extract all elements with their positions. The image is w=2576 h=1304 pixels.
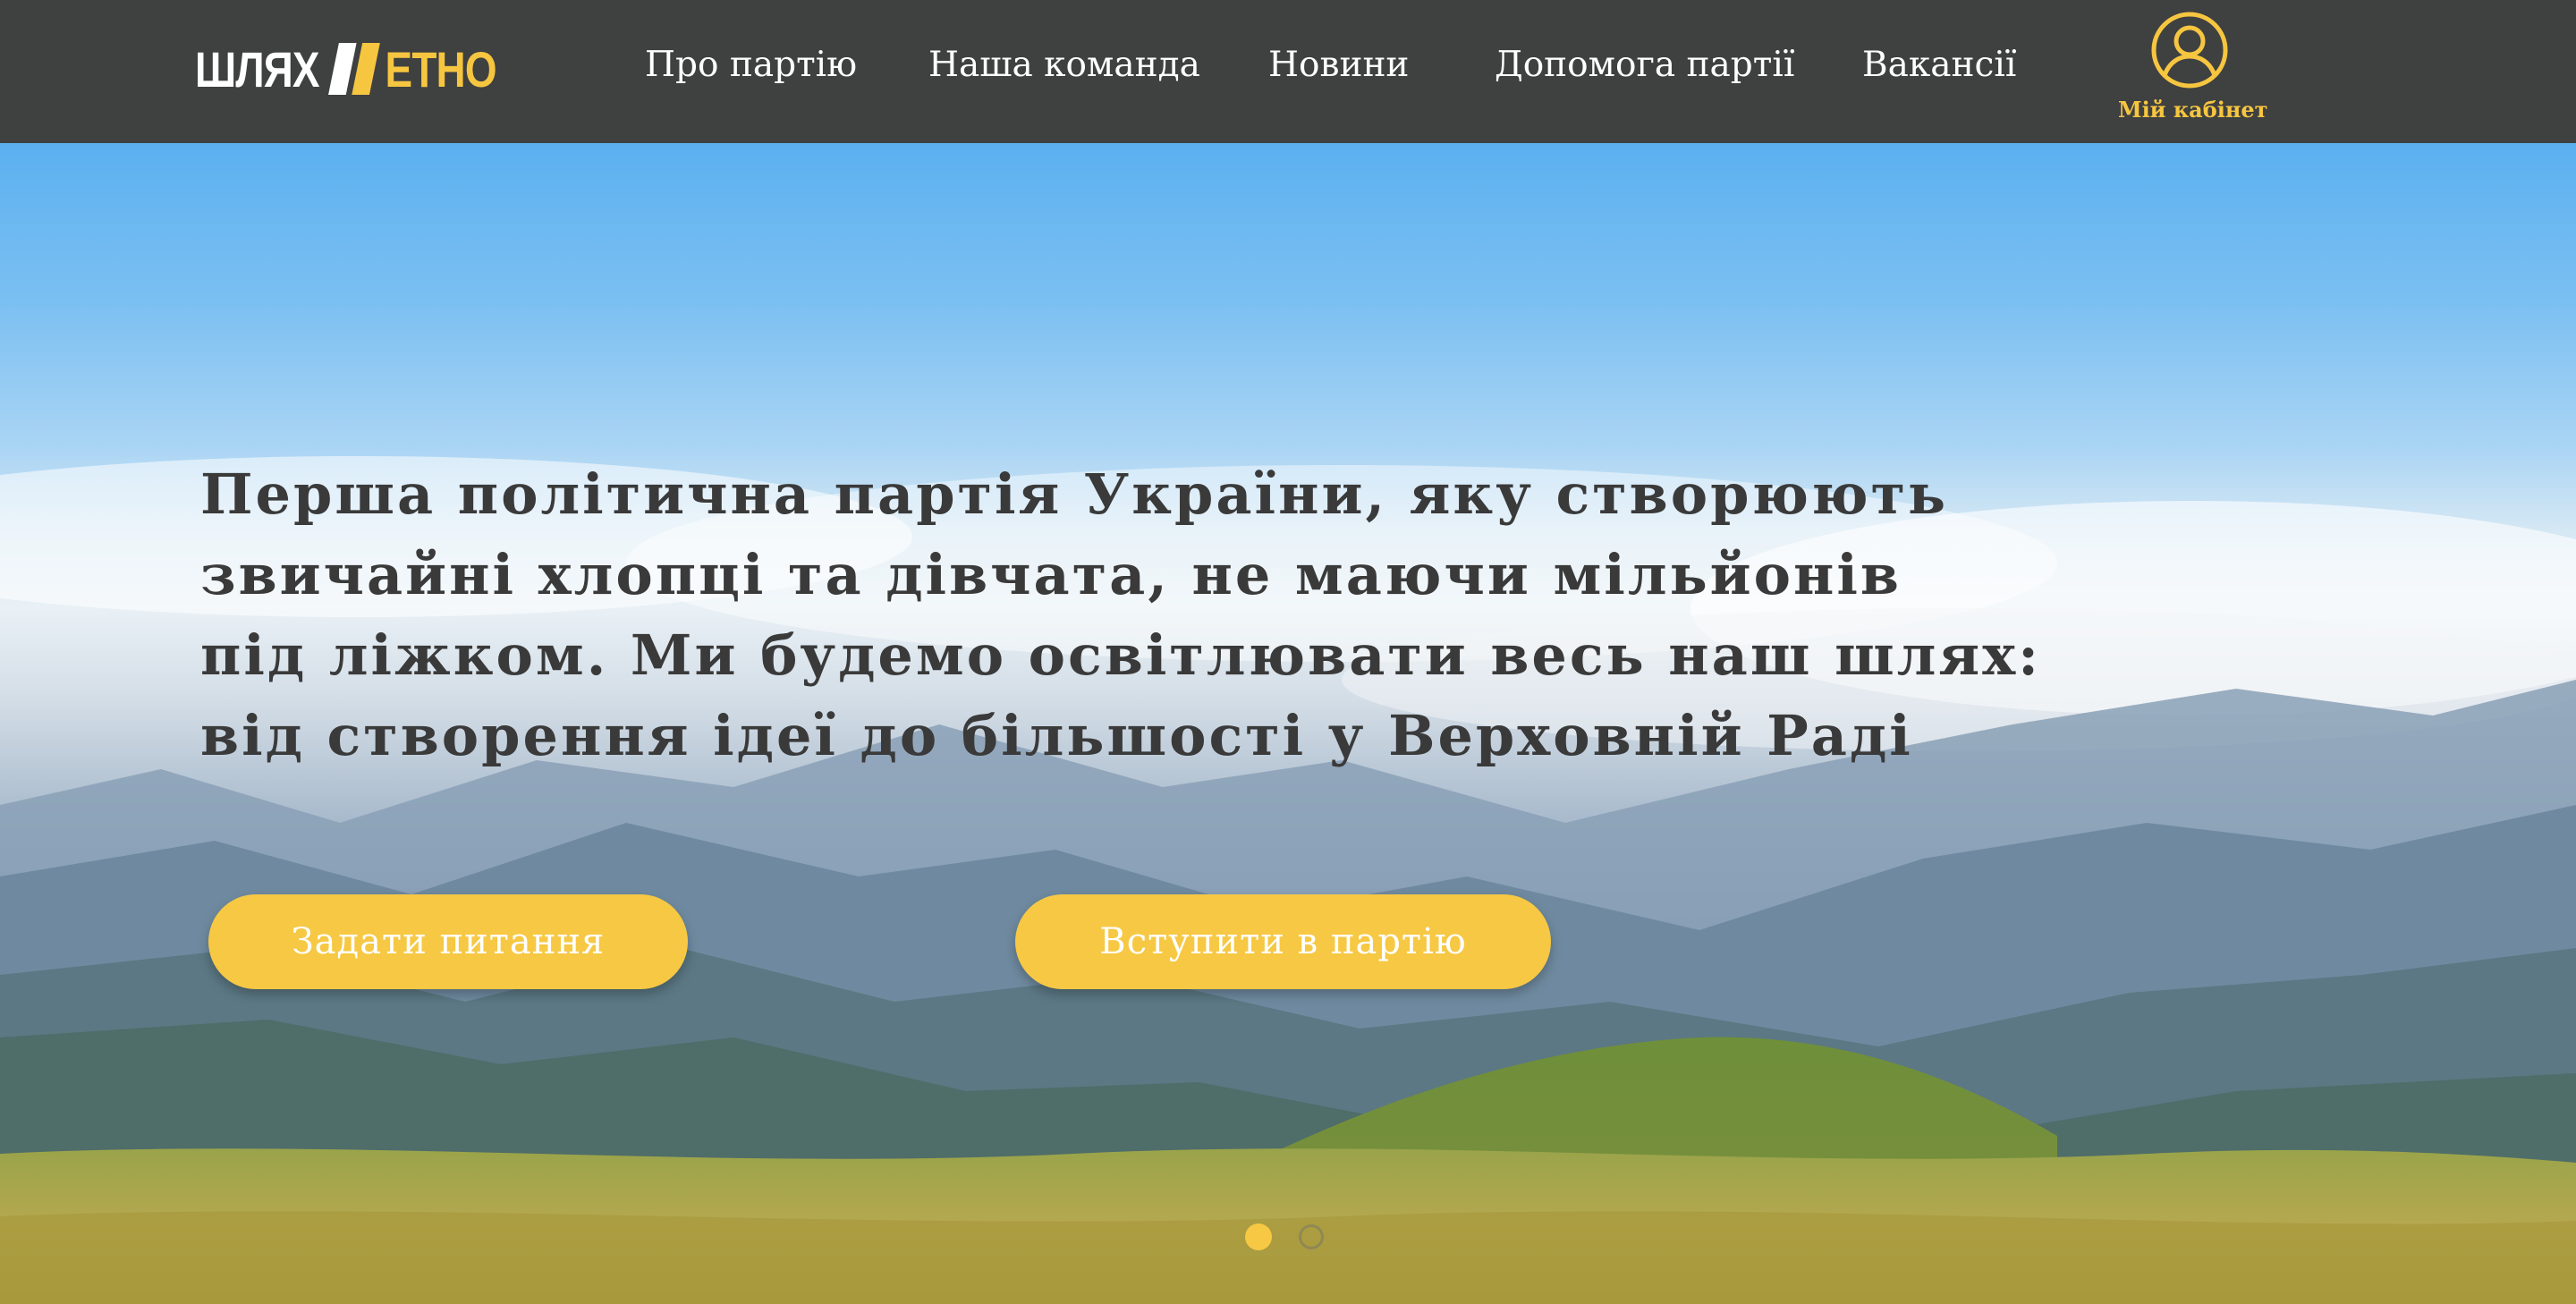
logo-text-primary: ШЛЯХ bbox=[195, 40, 320, 97]
nav-item-support[interactable]: Допомога партії bbox=[1495, 45, 1794, 85]
hero-banner: Перша політична партія України, яку ство… bbox=[0, 143, 2576, 1304]
headline-line: під ліжком. Ми будемо освітлювати весь н… bbox=[200, 622, 2042, 688]
nav-item-team[interactable]: Наша команда bbox=[928, 45, 1200, 85]
logo-slash-icon bbox=[324, 43, 381, 95]
nav-item-about[interactable]: Про партію bbox=[645, 45, 857, 85]
join-party-button[interactable]: Вступити в партію bbox=[1015, 894, 1551, 989]
headline-line: Перша політична партія України, яку ство… bbox=[200, 461, 1949, 527]
user-circle-icon bbox=[2151, 12, 2228, 89]
top-navigation-bar: ШЛЯХ ЕТНО Про партію Наша команда Новини… bbox=[0, 0, 2576, 143]
hero-headline: Перша політична партія України, яку ство… bbox=[200, 454, 2042, 776]
headline-line: від створення ідеї до більшості у Верхов… bbox=[200, 703, 1913, 768]
slider-dot[interactable] bbox=[1299, 1224, 1324, 1249]
my-cabinet-button[interactable]: Мій кабінет bbox=[2118, 11, 2268, 129]
slider-pagination bbox=[1245, 1224, 1324, 1250]
nav-item-news[interactable]: Новини bbox=[1268, 45, 1409, 85]
site-logo[interactable]: ШЛЯХ ЕТНО bbox=[195, 38, 497, 100]
nav-item-vacancies[interactable]: Вакансії bbox=[1862, 45, 2016, 85]
my-cabinet-label: Мій кабінет bbox=[2118, 97, 2268, 123]
logo-text-accent: ЕТНО bbox=[385, 40, 497, 97]
headline-line: звичайні хлопці та дівчата, не маючи міл… bbox=[200, 542, 1902, 607]
slider-dot-active[interactable] bbox=[1245, 1224, 1272, 1250]
ask-question-button[interactable]: Задати питання bbox=[208, 894, 688, 989]
